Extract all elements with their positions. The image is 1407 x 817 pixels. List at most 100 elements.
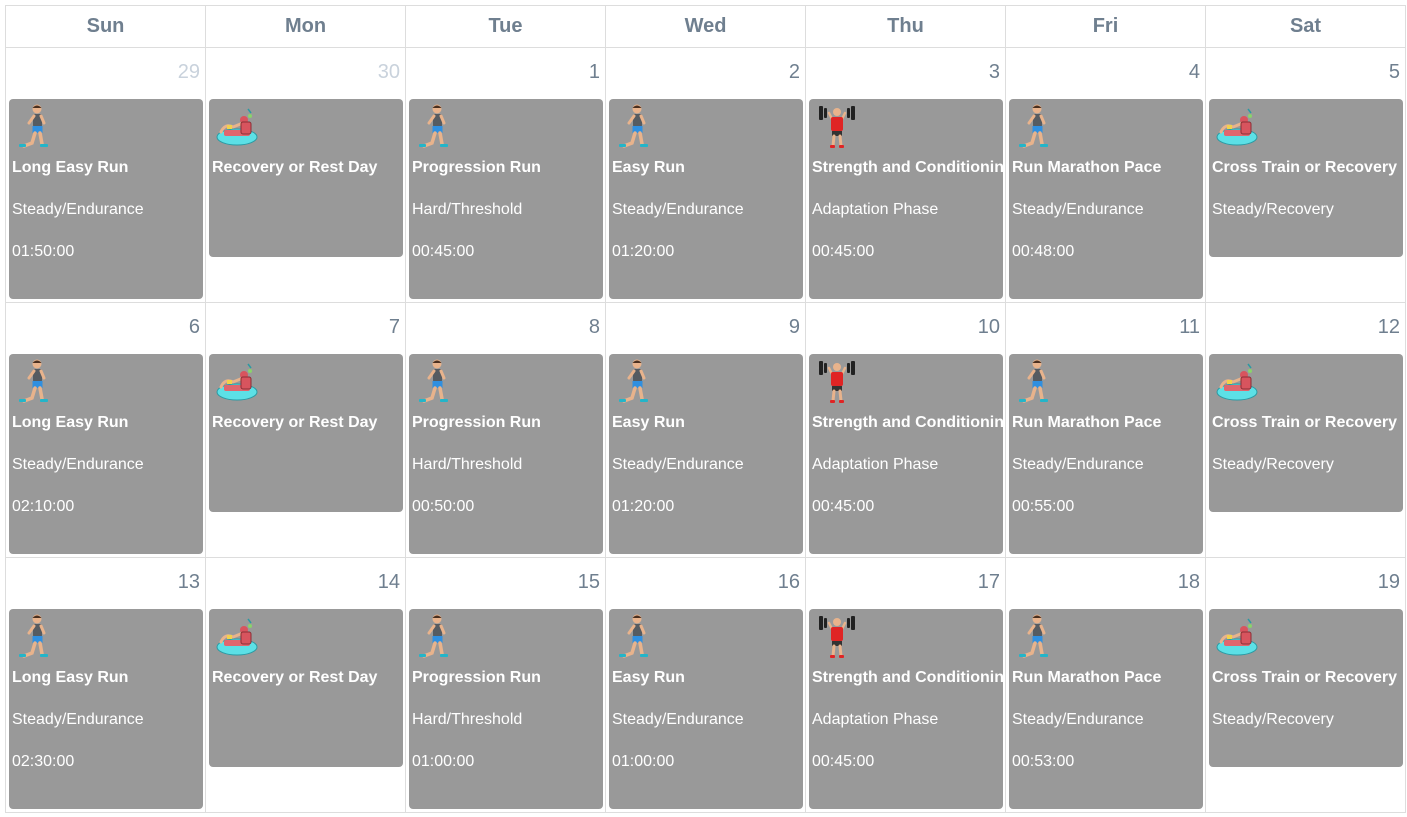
runner-icon (1015, 103, 1059, 151)
event-intensity: Steady/Endurance (12, 201, 144, 218)
day-cell-wed[interactable]: 2 Easy Run Steady/Endurance 01:20:00 (605, 48, 805, 302)
event-title: Cross Train or Recovery (1212, 414, 1397, 431)
workout-event[interactable]: Progression Run Hard/Threshold 00:45:00 (409, 99, 603, 299)
runner-icon (1015, 613, 1059, 661)
event-duration: 01:20:00 (612, 243, 675, 260)
day-number[interactable]: 17 (978, 571, 1000, 594)
day-number[interactable]: 30 (378, 61, 400, 84)
day-number[interactable]: 11 (1179, 316, 1200, 339)
workout-event[interactable]: Strength and Conditioning Adaptation Phas… (809, 354, 1003, 554)
day-cell-mon[interactable]: 30 Recovery or Rest Day (205, 48, 405, 302)
runner-icon (615, 358, 659, 406)
event-intensity: Hard/Threshold (412, 456, 523, 473)
day-number[interactable]: 7 (389, 316, 400, 339)
day-number[interactable]: 12 (1378, 316, 1400, 339)
event-intensity: Steady/Recovery (1212, 711, 1334, 728)
day-number[interactable]: 19 (1378, 571, 1400, 594)
workout-event[interactable]: Run Marathon Pace Steady/Endurance 00:53:0… (1009, 609, 1203, 809)
workout-event[interactable]: Easy Run Steady/Endurance 01:20:00 (609, 99, 803, 299)
day-number[interactable]: 6 (189, 316, 200, 339)
event-title: Strength and Conditioning (812, 669, 1003, 686)
day-number[interactable]: 9 (789, 316, 800, 339)
day-number[interactable]: 4 (1189, 61, 1200, 84)
day-cell-mon[interactable]: 7 Recovery or Rest Day (205, 303, 405, 557)
day-number[interactable]: 8 (589, 316, 600, 339)
workout-event[interactable]: Strength and Conditioning Adaptation Phas… (809, 99, 1003, 299)
day-number[interactable]: 18 (1178, 571, 1200, 594)
workout-event[interactable]: Long Easy Run Steady/Endurance 02:10:00 (9, 354, 203, 554)
day-cell-fri[interactable]: 4 Run Marathon Pace Steady/Endurance 00:48:… (1005, 48, 1205, 302)
weekday-header-sat: Sat (1205, 6, 1406, 47)
event-duration: 02:30:00 (12, 753, 75, 770)
workout-event[interactable]: Cross Train or Recovery Steady/Recovery (1209, 609, 1403, 767)
workout-event[interactable]: Progression Run Hard/Threshold 01:00:00 (409, 609, 603, 809)
workout-event[interactable]: Easy Run Steady/Endurance 01:20:00 (609, 354, 803, 554)
workout-event[interactable]: Recovery or Rest Day (209, 99, 403, 257)
event-intensity: Steady/Endurance (612, 201, 744, 218)
day-cell-sat[interactable]: 12 Cross Train or Recovery Steady/Recovery (1205, 303, 1406, 557)
event-title: Recovery or Rest Day (212, 669, 378, 686)
workout-event[interactable]: Recovery or Rest Day (209, 354, 403, 512)
day-number[interactable]: 16 (778, 571, 800, 594)
day-number[interactable]: 3 (989, 61, 1000, 84)
day-cell-mon[interactable]: 14 Recovery or Rest Day (205, 558, 405, 812)
day-cell-tue[interactable]: 8 Progression Run Hard/Threshold 00:50:00 (405, 303, 605, 557)
day-cell-sat[interactable]: 19 Cross Train or Recovery Steady/Recovery (1205, 558, 1406, 812)
event-intensity: Adaptation Phase (812, 456, 939, 473)
event-title: Long Easy Run (12, 159, 129, 176)
day-cell-fri[interactable]: 18 Run Marathon Pace Steady/Endurance 00:53… (1005, 558, 1205, 812)
event-intensity: Steady/Endurance (12, 456, 144, 473)
day-cell-sat[interactable]: 5 Cross Train or Recovery Steady/Recovery (1205, 48, 1406, 302)
day-number[interactable]: 29 (178, 61, 200, 84)
workout-event[interactable]: Long Easy Run Steady/Endurance 02:30:00 (9, 609, 203, 809)
event-duration: 01:00:00 (612, 753, 675, 770)
workout-event[interactable]: Easy Run Steady/Endurance 01:00:00 (609, 609, 803, 809)
workout-event[interactable]: Progression Run Hard/Threshold 00:50:00 (409, 354, 603, 554)
rest-icon (215, 613, 259, 661)
day-cell-sun[interactable]: 6 Long Easy Run Steady/Endurance 02:10:00 (5, 303, 205, 557)
weekday-header-wed: Wed (605, 6, 805, 47)
day-number[interactable]: 15 (578, 571, 600, 594)
runner-icon (1015, 358, 1059, 406)
event-duration: 01:20:00 (612, 498, 675, 515)
day-number[interactable]: 13 (178, 571, 200, 594)
event-title: Long Easy Run (12, 669, 129, 686)
day-number[interactable]: 1 (589, 61, 600, 84)
day-number[interactable]: 5 (1389, 61, 1400, 84)
day-number[interactable]: 2 (789, 61, 800, 84)
workout-event[interactable]: Cross Train or Recovery Steady/Recovery (1209, 354, 1403, 512)
workout-event[interactable]: Cross Train or Recovery Steady/Recovery (1209, 99, 1403, 257)
event-title: Run Marathon Pace (1012, 669, 1162, 686)
event-title: Cross Train or Recovery (1212, 669, 1397, 686)
day-cell-thu[interactable]: 17 Strength and Conditioning Adaptation Ph… (805, 558, 1005, 812)
day-number[interactable]: 10 (978, 316, 1000, 339)
day-cell-fri[interactable]: 11 Run Marathon Pace Steady/Endurance 00:55… (1005, 303, 1205, 557)
event-title: Progression Run (412, 669, 541, 686)
day-cell-sun[interactable]: 29 Long Easy Run Steady/Endurance 01:50:00 (5, 48, 205, 302)
day-cell-tue[interactable]: 15 Progression Run Hard/Threshold 01:00:00 (405, 558, 605, 812)
workout-event[interactable]: Run Marathon Pace Steady/Endurance 00:55:0… (1009, 354, 1203, 554)
day-cell-thu[interactable]: 3 Strength and Conditioning Adaptation Pha… (805, 48, 1005, 302)
day-cell-tue[interactable]: 1 Progression Run Hard/Threshold 00:45:00 (405, 48, 605, 302)
runner-icon (415, 103, 459, 151)
event-title: Recovery or Rest Day (212, 159, 378, 176)
weekday-header-fri: Fri (1005, 6, 1205, 47)
workout-event[interactable]: Recovery or Rest Day (209, 609, 403, 767)
day-cell-wed[interactable]: 16 Easy Run Steady/Endurance 01:00:00 (605, 558, 805, 812)
week-row: 29 Long Easy Run Steady/Endurance 01:50:00 3… (5, 48, 1406, 303)
event-intensity: Steady/Endurance (1012, 711, 1144, 728)
day-cell-wed[interactable]: 9 Easy Run Steady/Endurance 01:20:00 (605, 303, 805, 557)
workout-event[interactable]: Long Easy Run Steady/Endurance 01:50:00 (9, 99, 203, 299)
event-title: Progression Run (412, 414, 541, 431)
calendar-month-grid: Sun Mon Tue Wed Thu Fri Sat 29 Long Easy … (5, 5, 1406, 813)
workout-event[interactable]: Run Marathon Pace Steady/Endurance 00:48:0… (1009, 99, 1203, 299)
week-row: 13 Long Easy Run Steady/Endurance 02:30:00 1… (5, 558, 1406, 813)
runner-icon (415, 358, 459, 406)
day-cell-sun[interactable]: 13 Long Easy Run Steady/Endurance 02:30:00 (5, 558, 205, 812)
day-number[interactable]: 14 (378, 571, 400, 594)
weightlifter-icon (815, 358, 859, 406)
day-cell-thu[interactable]: 10 Strength and Conditioning Adaptation Ph… (805, 303, 1005, 557)
runner-icon (15, 103, 59, 151)
calendar-weeks: 29 Long Easy Run Steady/Endurance 01:50:00 3… (5, 48, 1406, 813)
workout-event[interactable]: Strength and Conditioning Adaptation Phas… (809, 609, 1003, 809)
